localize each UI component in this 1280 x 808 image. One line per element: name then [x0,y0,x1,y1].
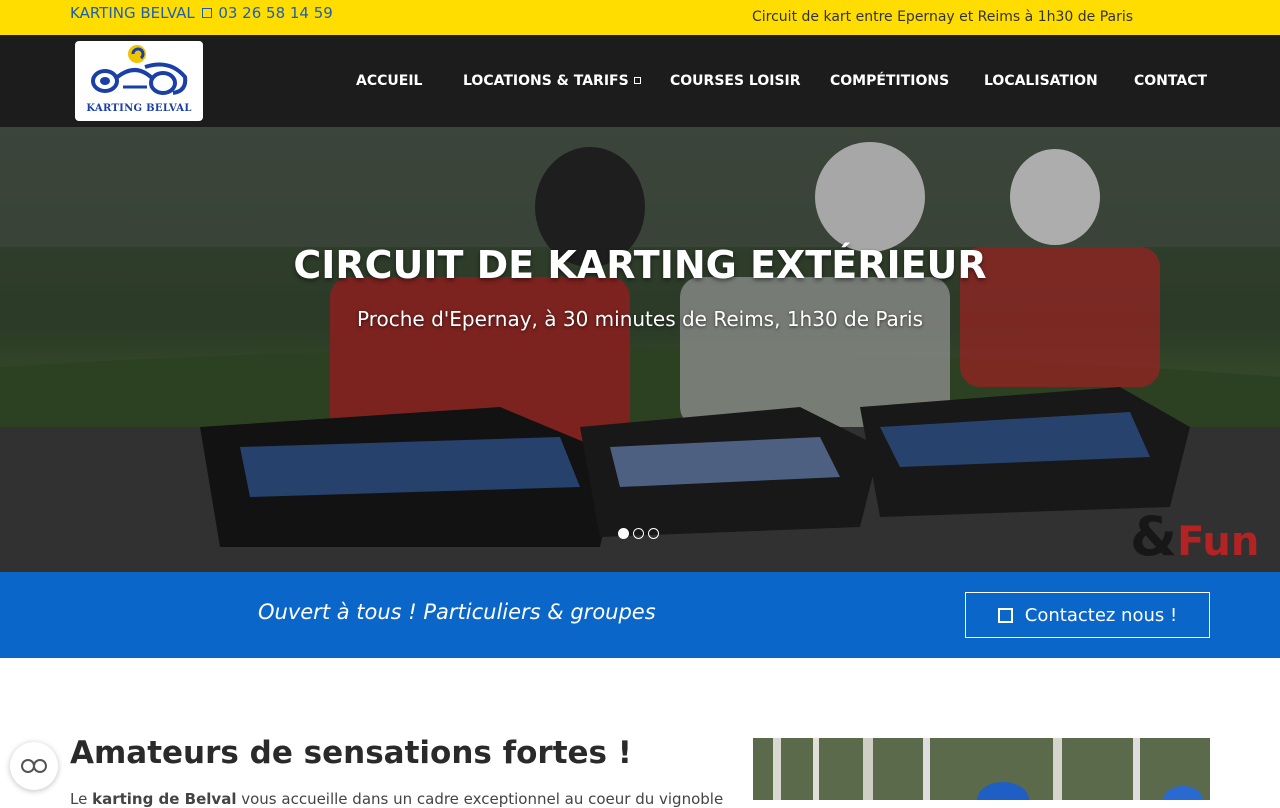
nav-competitions[interactable]: COMPÉTITIONS [830,73,949,89]
slider-dot-3[interactable] [648,528,659,539]
top-contact[interactable]: KARTING BELVAL 03 26 58 14 59 [70,4,333,22]
hero-slider: CIRCUIT DE KARTING EXTÉRIEUR Proche d'Ep… [0,127,1280,572]
phone-number[interactable]: 03 26 58 14 59 [218,4,333,22]
phone-icon [201,8,212,18]
section-photo [753,738,1210,800]
brand-name: KARTING BELVAL [70,4,195,22]
nav-locations-tarifs[interactable]: LOCATIONS & TARIFS [463,73,641,89]
section-intro: Le karting de Belval vous accueille dans… [70,790,724,808]
contact-us-label: Contactez nous ! [1024,604,1178,626]
cookie-settings-icon [21,759,47,773]
contact-square-icon [997,607,1013,623]
nav-locations-label: LOCATIONS & TARIFS [463,73,629,89]
hero-title: CIRCUIT DE KARTING EXTÉRIEUR [293,243,987,287]
site-logo[interactable]: KARTING BELVAL [75,41,203,121]
top-bar: KARTING BELVAL 03 26 58 14 59 Circuit de… [0,0,1280,35]
hero-overlay [0,127,1280,572]
dropdown-square-icon [633,77,641,84]
logo-text: KARTING BELVAL [86,103,192,114]
nav-localisation[interactable]: LOCALISATION [984,73,1098,89]
karting-photo [753,738,1210,800]
contact-us-button[interactable]: Contactez nous ! [965,592,1210,638]
slider-dots [618,524,663,543]
section-title: Amateurs de sensations fortes ! [70,735,632,771]
cta-message: Ouvert à tous ! Particuliers & groupes [258,600,656,624]
top-tagline: Circuit de kart entre Epernay et Reims à… [752,9,1134,25]
slider-dot-2[interactable] [633,528,644,539]
main-navbar: KARTING BELVAL ACCUEIL LOCATIONS & TARIF… [0,35,1280,127]
nav-contact[interactable]: CONTACT [1134,73,1207,89]
nav-courses-loisir[interactable]: COURSES LOISIR [670,73,801,89]
nav-accueil[interactable]: ACCUEIL [356,73,422,89]
fun-watermark: &Fun [1130,505,1260,568]
cookie-settings-button[interactable] [10,742,58,790]
karting-belval-bold: karting de Belval [92,790,237,808]
hero-subtitle: Proche d'Epernay, à 30 minutes de Reims,… [357,307,923,331]
slider-dot-1[interactable] [618,528,629,539]
call-to-action-band: Ouvert à tous ! Particuliers & groupes C… [0,572,1280,658]
